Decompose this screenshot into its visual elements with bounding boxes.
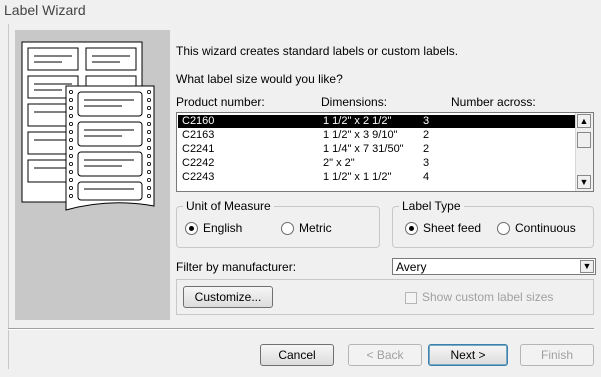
number-across: 3 — [423, 115, 430, 127]
label-wizard-dialog: Label Wizard This wizard creates standar… — [0, 0, 601, 377]
product-number: C2241 — [182, 143, 215, 155]
filter-label: Filter by manufacturer: — [176, 260, 297, 274]
metric-label[interactable]: Metric — [299, 221, 332, 235]
column-header-product: Product number: — [176, 95, 265, 109]
english-label[interactable]: English — [203, 221, 242, 235]
list-item[interactable]: C2160 1 1/2" x 2 1/2" 3 — [178, 115, 576, 128]
divider — [8, 328, 594, 330]
customize-area: Customize... Show custom label sizes — [176, 279, 594, 315]
column-header-across: Number across: — [451, 95, 536, 109]
window-title: Label Wizard — [0, 0, 601, 20]
product-number: C2242 — [182, 157, 215, 169]
continuous-radio[interactable] — [497, 222, 510, 235]
scroll-down-icon[interactable]: ▼ — [577, 175, 591, 189]
number-across: 3 — [423, 157, 430, 169]
customize-button[interactable]: Customize... — [183, 286, 273, 308]
list-item[interactable]: C2243 1 1/2" x 1 1/2" 4 — [178, 171, 576, 184]
column-header-dimensions: Dimensions: — [321, 95, 388, 109]
back-button[interactable]: < Back — [348, 344, 422, 366]
number-across: 2 — [423, 129, 430, 141]
product-number: C2160 — [182, 115, 215, 127]
continuous-label[interactable]: Continuous — [515, 221, 576, 235]
metric-radio[interactable] — [281, 222, 294, 235]
dimensions: 1 1/2" x 2 1/2" — [323, 115, 392, 127]
question-text: What label size would you like? — [176, 72, 343, 86]
label-type-group: Label Type Sheet feed Continuous — [392, 199, 594, 248]
unit-of-measure-group: Unit of Measure English Metric — [176, 199, 380, 248]
list-scrollbar[interactable]: ▲ ▼ — [575, 113, 593, 191]
label-sheets-illustration — [21, 41, 155, 211]
dimensions: 2" x 2" — [323, 157, 355, 169]
label-type-label: Label Type — [399, 199, 464, 213]
sheet-feed-label[interactable]: Sheet feed — [423, 221, 481, 235]
manufacturer-value: Avery — [396, 260, 427, 274]
show-custom-sizes-label[interactable]: Show custom label sizes — [422, 290, 553, 304]
product-number: C2243 — [182, 171, 215, 183]
show-custom-sizes-checkbox[interactable] — [405, 292, 417, 304]
scroll-up-icon[interactable]: ▲ — [577, 114, 591, 128]
label-size-list[interactable]: C2160 1 1/2" x 2 1/2" 3 C2163 1 1/2" x 3… — [176, 112, 594, 192]
product-number: C2163 — [182, 129, 215, 141]
number-across: 4 — [423, 171, 430, 183]
scroll-thumb[interactable] — [577, 132, 591, 148]
dimensions: 1 1/2" x 3 9/10" — [323, 129, 398, 141]
cancel-button[interactable]: Cancel — [260, 344, 334, 366]
finish-button[interactable]: Finish — [520, 344, 594, 366]
sheet-feed-radio[interactable] — [405, 222, 418, 235]
dimensions: 1 1/4" x 7 31/50" — [323, 143, 404, 155]
radio-selected-dot — [189, 226, 194, 231]
english-radio[interactable] — [185, 222, 198, 235]
list-item[interactable]: C2242 2" x 2" 3 — [178, 157, 576, 170]
chevron-down-icon[interactable]: ▼ — [580, 260, 594, 273]
intro-text: This wizard creates standard labels or c… — [176, 44, 459, 58]
list-item[interactable]: C2241 1 1/4" x 7 31/50" 2 — [178, 143, 576, 156]
number-across: 2 — [423, 143, 430, 155]
radio-selected-dot — [409, 226, 414, 231]
list-item[interactable]: C2163 1 1/2" x 3 9/10" 2 — [178, 129, 576, 142]
next-button[interactable]: Next > — [428, 344, 508, 366]
dimensions: 1 1/2" x 1 1/2" — [323, 171, 392, 183]
unit-of-measure-label: Unit of Measure — [183, 199, 274, 213]
manufacturer-select[interactable]: Avery ▼ — [392, 258, 596, 275]
